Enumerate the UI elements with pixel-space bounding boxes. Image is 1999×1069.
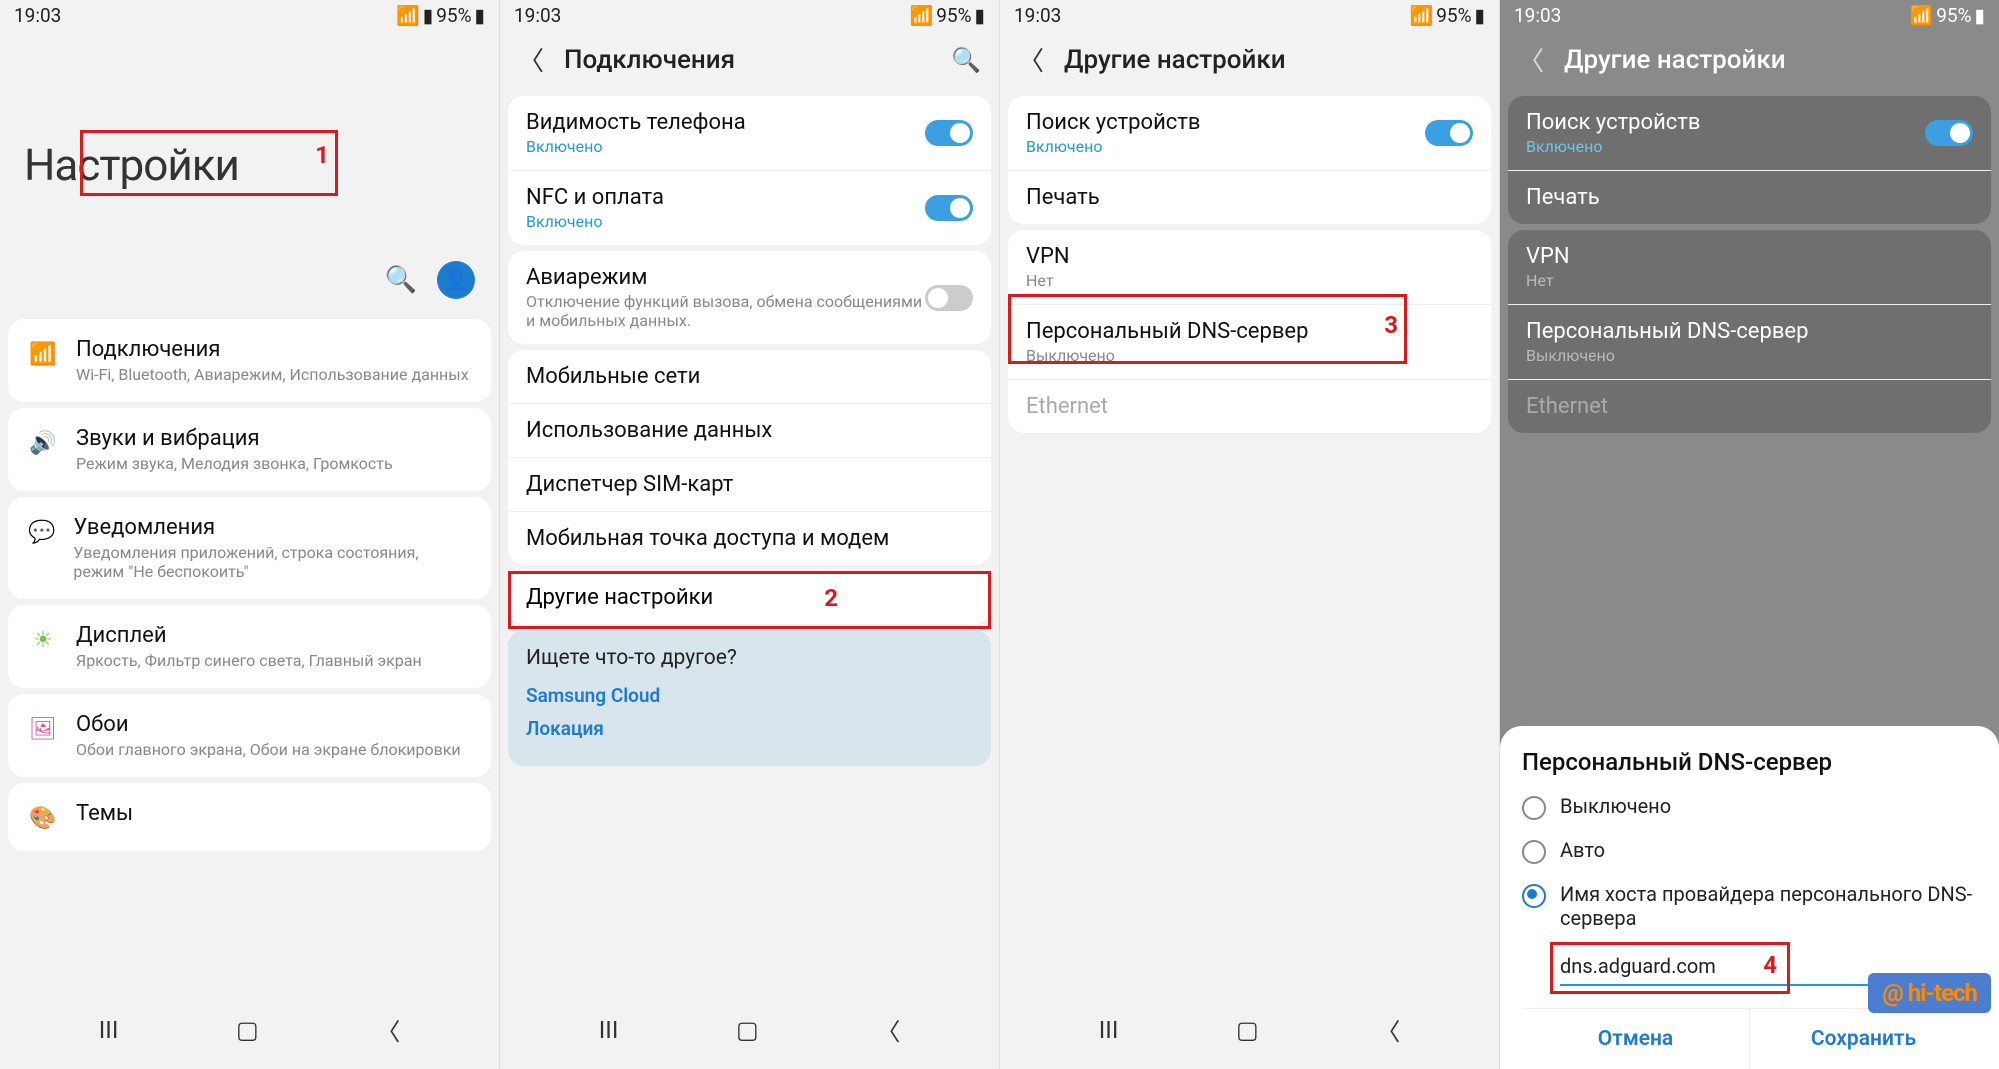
back-icon[interactable]: 〈 [1518,41,1544,78]
category-icon: 📶 [28,339,58,369]
settings-item[interactable]: 🔊Звуки и вибрацияРежим звука, Мелодия зв… [8,408,491,491]
watermark: @ hi-tech [1868,973,1991,1013]
category-icon: 🎨 [28,803,58,833]
category-icon: 🖼 [28,714,58,744]
search-icon[interactable]: 🔍 [951,46,981,74]
back-icon[interactable]: 〈 [376,1012,400,1047]
toggle[interactable] [925,120,973,146]
page-title: Подключения [564,45,735,75]
status-bar: 19:03 📶95%▮ [500,0,999,29]
home-icon[interactable]: ▢ [236,1016,259,1044]
settings-item[interactable]: 🎨Темы [8,783,491,851]
back-icon[interactable]: 〈 [518,41,544,78]
list-item[interactable]: Видимость телефонаВключено [508,96,991,171]
airplane-toggle[interactable] [925,285,973,311]
radio-off[interactable]: Выключено [1522,794,1977,820]
list-item: Ethernet [1008,380,1491,433]
page-title: Другие настройки [1064,45,1286,75]
radio-auto[interactable]: Авто [1522,838,1977,864]
status-time: 19:03 [14,4,61,27]
list-item[interactable]: Диспетчер SIM-карт [508,458,991,512]
settings-item[interactable]: 📶ПодключенияWi-Fi, Bluetooth, Авиарежим,… [8,319,491,402]
settings-item[interactable]: 🖼ОбоиОбои главного экрана, Обои на экран… [8,694,491,777]
cancel-button[interactable]: Отмена [1522,1009,1750,1069]
category-icon: 🔊 [28,428,58,458]
suggest-link[interactable]: Локация [526,717,973,740]
settings-item[interactable]: ☀ДисплейЯркость, Фильтр синего света, Гл… [8,605,491,688]
list-item[interactable]: Поиск устройствВключено [1008,96,1491,171]
airplane-item[interactable]: АвиарежимОтключение функций вызова, обме… [508,251,991,344]
category-icon: ☀ [28,625,58,655]
list-item[interactable]: Использование данных [508,404,991,458]
status-right: 📶 ▮ 95% ▮ [396,4,485,27]
list-item[interactable]: Персональный DNS-серверВыключено [1008,305,1491,380]
dns-dialog: Персональный DNS-сервер Выключено Авто И… [1500,726,1999,1069]
category-icon: 💬 [28,517,55,547]
suggest-card: Ищете что-то другое? Samsung Cloud Локац… [508,630,991,766]
account-icon[interactable]: 👤 [437,261,475,299]
list-item[interactable]: NFC и оплатаВключено [508,171,991,245]
nav-bar: III ▢ 〈 [0,990,499,1069]
list-item[interactable]: Мобильные сети [508,350,991,404]
toggle[interactable] [925,195,973,221]
phone-dns-dialog: 19:03📶95%▮ 〈Другие настройки Поиск устро… [1500,0,1999,1069]
list-item[interactable]: Мобильная точка доступа и модем [508,512,991,565]
wifi-icon: 📶 [396,4,420,27]
toggle[interactable] [1425,120,1473,146]
dialog-title: Персональный DNS-сервер [1522,748,1977,776]
page-title: Настройки [24,139,499,191]
more-settings-item[interactable]: Другие настройки [508,571,991,624]
phone-settings-main: 19:03 📶 ▮ 95% ▮ 1 Настройки 🔍 👤 📶Подключ… [0,0,500,1069]
settings-item[interactable]: 💬УведомленияУведомления приложений, стро… [8,497,491,599]
phone-connections: 19:03 📶95%▮ 〈 Подключения 🔍 Видимость те… [500,0,1000,1069]
list-item[interactable]: Печать [1008,171,1491,224]
status-bar: 19:03 📶 ▮ 95% ▮ [0,0,499,29]
save-button[interactable]: Сохранить [1750,1009,1977,1069]
battery-icon: ▮ [475,4,485,27]
recents-icon[interactable]: III [99,1016,119,1044]
suggest-link[interactable]: Samsung Cloud [526,684,973,707]
search-icon[interactable]: 🔍 [385,265,417,295]
battery-pct: 95% [436,4,471,27]
phone-other-settings: 19:03📶95%▮ 〈Другие настройки Поиск устро… [1000,0,1500,1069]
back-icon[interactable]: 〈 [1018,41,1044,78]
signal-icon: ▮ [423,4,433,27]
radio-hostname[interactable]: Имя хоста провайдера персонального DNS-с… [1522,882,1977,930]
list-item[interactable]: VPNНет [1008,230,1491,305]
